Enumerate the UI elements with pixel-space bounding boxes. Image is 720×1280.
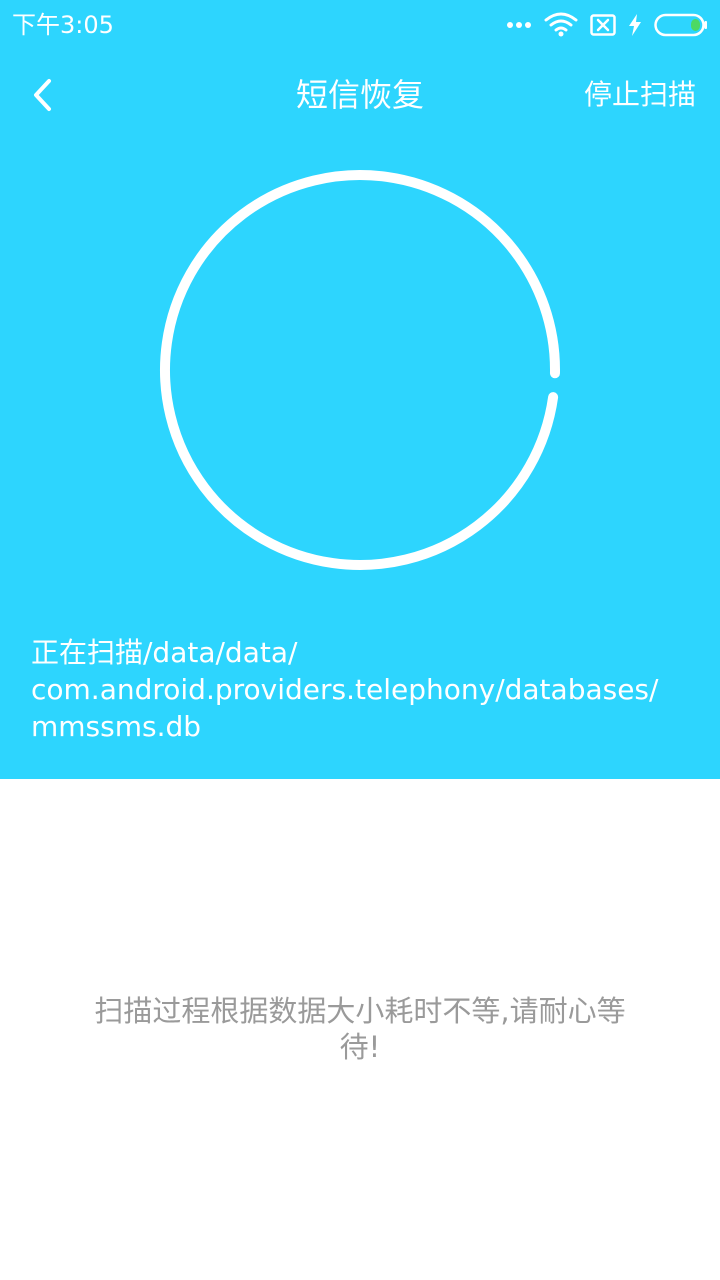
charging-bolt-icon xyxy=(628,14,642,36)
stop-scan-button[interactable]: 停止扫描 xyxy=(584,76,696,114)
battery-icon xyxy=(654,13,708,37)
progress-arc xyxy=(160,170,560,570)
scan-path-line-2: com.android.providers.telephony/database… xyxy=(31,673,659,706)
scan-path-text: 正在扫描/data/data/ com.android.providers.te… xyxy=(31,634,691,745)
app-header: 短信恢复 停止扫描 xyxy=(0,60,720,130)
progress-ring xyxy=(160,170,560,570)
no-sim-icon xyxy=(590,14,616,36)
more-dots-icon xyxy=(506,21,532,29)
status-icons xyxy=(506,10,708,40)
wait-hint-line-2: 待! xyxy=(339,1030,381,1064)
wait-hint-line-1: 扫描过程根据数据大小耗时不等,请耐心等 xyxy=(94,994,626,1028)
scan-path-line-1: 正在扫描/data/data/ xyxy=(31,636,298,669)
status-bar: 下午3:05 xyxy=(0,0,720,50)
wait-hint: 扫描过程根据数据大小耗时不等,请耐心等 待! xyxy=(60,993,660,1065)
chevron-left-icon xyxy=(34,79,51,111)
scan-panel: 下午3:05 短信恢复 停止扫描 正在扫描/data/data/ com.and… xyxy=(0,0,720,779)
scan-path-line-3: mmssms.db xyxy=(31,710,202,743)
page-title: 短信恢复 xyxy=(295,76,424,114)
scan-screen: 下午3:05 短信恢复 停止扫描 正在扫描/data/data/ com.and… xyxy=(0,0,720,1280)
status-time: 下午3:05 xyxy=(12,11,114,39)
wifi-icon xyxy=(544,12,578,38)
back-button[interactable] xyxy=(20,72,66,118)
